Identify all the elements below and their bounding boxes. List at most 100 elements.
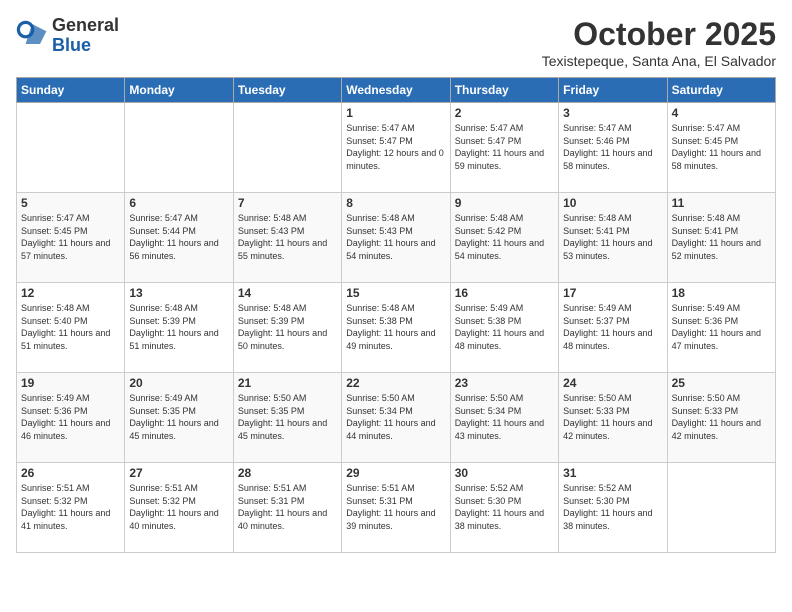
logo-blue-text: Blue [52,36,119,56]
calendar-row: 1Sunrise: 5:47 AMSunset: 5:47 PMDaylight… [17,103,776,193]
calendar-cell: 4 Sunrise: 5:47 AMSunset: 5:45 PMDaylight… [667,103,775,193]
day-info: Sunrise: 5:50 AMSunset: 5:33 PMDaylight:… [563,392,662,442]
day-info: Sunrise: 5:52 AMSunset: 5:30 PMDaylight:… [563,482,662,532]
calendar-cell: 2 Sunrise: 5:47 AMSunset: 5:47 PMDaylight… [450,103,558,193]
calendar-cell: 6Sunrise: 5:47 AMSunset: 5:44 PMDaylight… [125,193,233,283]
day-info: Sunrise: 5:48 AMSunset: 5:39 PMDaylight:… [238,302,337,352]
page-header: General Blue October 2025 Texistepeque, … [16,16,776,69]
calendar-cell: 12 Sunrise: 5:48 AMSunset: 5:40 PMDayligh… [17,283,125,373]
day-info: Sunrise: 5:48 AMSunset: 5:38 PMDaylight:… [346,302,445,352]
calendar-cell: 8 Sunrise: 5:48 AMSunset: 5:43 PMDaylight… [342,193,450,283]
weekday-header: Tuesday [233,78,341,103]
calendar-cell: 24 Sunrise: 5:50 AMSunset: 5:33 PMDayligh… [559,373,667,463]
day-info: Sunrise: 5:49 AMSunset: 5:37 PMDaylight:… [563,302,662,352]
day-info: Sunrise: 5:47 AMSunset: 5:46 PMDaylight:… [563,122,662,172]
day-info: Sunrise: 5:48 AMSunset: 5:41 PMDaylight:… [563,212,662,262]
day-number: 27 [129,466,228,480]
logo: General Blue [16,16,119,56]
weekday-header: Friday [559,78,667,103]
calendar-cell: 7Sunrise: 5:48 AMSunset: 5:43 PMDaylight… [233,193,341,283]
day-number: 26 [21,466,120,480]
day-number: 3 [563,106,662,120]
calendar-row: 26 Sunrise: 5:51 AMSunset: 5:32 PMDayligh… [17,463,776,553]
calendar-cell: 18 Sunrise: 5:49 AMSunset: 5:36 PMDayligh… [667,283,775,373]
calendar-cell [17,103,125,193]
calendar-cell: 25Sunrise: 5:50 AMSunset: 5:33 PMDayligh… [667,373,775,463]
day-number: 22 [346,376,445,390]
weekday-header: Thursday [450,78,558,103]
day-number: 10 [563,196,662,210]
day-number: 8 [346,196,445,210]
weekday-header: Sunday [17,78,125,103]
day-number: 17 [563,286,662,300]
day-number: 18 [672,286,771,300]
calendar-cell: 28 Sunrise: 5:51 AMSunset: 5:31 PMDayligh… [233,463,341,553]
calendar-cell: 21 Sunrise: 5:50 AMSunset: 5:35 PMDayligh… [233,373,341,463]
calendar-row: 5 Sunrise: 5:47 AMSunset: 5:45 PMDaylight… [17,193,776,283]
day-info: Sunrise: 5:48 AMSunset: 5:41 PMDaylight:… [672,212,771,262]
day-number: 31 [563,466,662,480]
calendar-cell: 14 Sunrise: 5:48 AMSunset: 5:39 PMDayligh… [233,283,341,373]
calendar-cell: 22 Sunrise: 5:50 AMSunset: 5:34 PMDayligh… [342,373,450,463]
day-info: Sunrise: 5:49 AMSunset: 5:36 PMDaylight:… [21,392,120,442]
day-info: Sunrise: 5:51 AMSunset: 5:31 PMDaylight:… [238,482,337,532]
day-number: 24 [563,376,662,390]
day-number: 21 [238,376,337,390]
title-block: October 2025 Texistepeque, Santa Ana, El… [542,16,776,69]
day-info: Sunrise: 5:48 AMSunset: 5:40 PMDaylight:… [21,302,120,352]
day-info: Sunrise: 5:47 AMSunset: 5:45 PMDaylight:… [672,122,771,172]
calendar-table: SundayMondayTuesdayWednesdayThursdayFrid… [16,77,776,553]
day-number: 14 [238,286,337,300]
day-info: Sunrise: 5:51 AMSunset: 5:31 PMDaylight:… [346,482,445,532]
calendar-cell: 26Sunrise: 5:51 AMSunset: 5:32 PMDayligh… [17,463,125,553]
day-info: Sunrise: 5:50 AMSunset: 5:34 PMDaylight:… [455,392,554,442]
logo-icon [16,20,48,52]
calendar-cell: 9 Sunrise: 5:48 AMSunset: 5:42 PMDaylight… [450,193,558,283]
calendar-cell: 30 Sunrise: 5:52 AMSunset: 5:30 PMDayligh… [450,463,558,553]
day-number: 9 [455,196,554,210]
day-info: Sunrise: 5:47 AMSunset: 5:45 PMDaylight:… [21,212,120,262]
day-number: 28 [238,466,337,480]
day-info: Sunrise: 5:48 AMSunset: 5:42 PMDaylight:… [455,212,554,262]
day-number: 16 [455,286,554,300]
day-info: Sunrise: 5:48 AMSunset: 5:43 PMDaylight:… [346,212,445,262]
day-info: Sunrise: 5:52 AMSunset: 5:30 PMDaylight:… [455,482,554,532]
day-number: 30 [455,466,554,480]
day-info: Sunrise: 5:47 AMSunset: 5:47 PMDaylight:… [455,122,554,172]
day-info: Sunrise: 5:50 AMSunset: 5:34 PMDaylight:… [346,392,445,442]
weekday-header: Wednesday [342,78,450,103]
calendar-cell: 20Sunrise: 5:49 AMSunset: 5:35 PMDayligh… [125,373,233,463]
day-number: 13 [129,286,228,300]
day-info: Sunrise: 5:51 AMSunset: 5:32 PMDaylight:… [129,482,228,532]
calendar-cell: 1Sunrise: 5:47 AMSunset: 5:47 PMDaylight… [342,103,450,193]
day-info: Sunrise: 5:50 AMSunset: 5:35 PMDaylight:… [238,392,337,442]
weekday-header-row: SundayMondayTuesdayWednesdayThursdayFrid… [17,78,776,103]
logo-general-text: General [52,16,119,36]
day-number: 11 [672,196,771,210]
calendar-cell: 3 Sunrise: 5:47 AMSunset: 5:46 PMDaylight… [559,103,667,193]
month-title: October 2025 [542,16,776,53]
calendar-cell: 13Sunrise: 5:48 AMSunset: 5:39 PMDayligh… [125,283,233,373]
calendar-cell: 19 Sunrise: 5:49 AMSunset: 5:36 PMDayligh… [17,373,125,463]
day-number: 23 [455,376,554,390]
day-number: 4 [672,106,771,120]
calendar-cell [233,103,341,193]
day-number: 29 [346,466,445,480]
day-number: 5 [21,196,120,210]
day-info: Sunrise: 5:49 AMSunset: 5:36 PMDaylight:… [672,302,771,352]
day-number: 20 [129,376,228,390]
calendar-cell [125,103,233,193]
calendar-cell: 5 Sunrise: 5:47 AMSunset: 5:45 PMDaylight… [17,193,125,283]
day-number: 2 [455,106,554,120]
calendar-cell: 11 Sunrise: 5:48 AMSunset: 5:41 PMDayligh… [667,193,775,283]
day-number: 15 [346,286,445,300]
calendar-cell: 27 Sunrise: 5:51 AMSunset: 5:32 PMDayligh… [125,463,233,553]
day-info: Sunrise: 5:47 AMSunset: 5:44 PMDaylight:… [129,212,228,262]
day-number: 12 [21,286,120,300]
day-number: 7 [238,196,337,210]
calendar-cell: 10 Sunrise: 5:48 AMSunset: 5:41 PMDayligh… [559,193,667,283]
calendar-cell: 29 Sunrise: 5:51 AMSunset: 5:31 PMDayligh… [342,463,450,553]
location: Texistepeque, Santa Ana, El Salvador [542,53,776,69]
day-number: 19 [21,376,120,390]
calendar-cell: 23 Sunrise: 5:50 AMSunset: 5:34 PMDayligh… [450,373,558,463]
